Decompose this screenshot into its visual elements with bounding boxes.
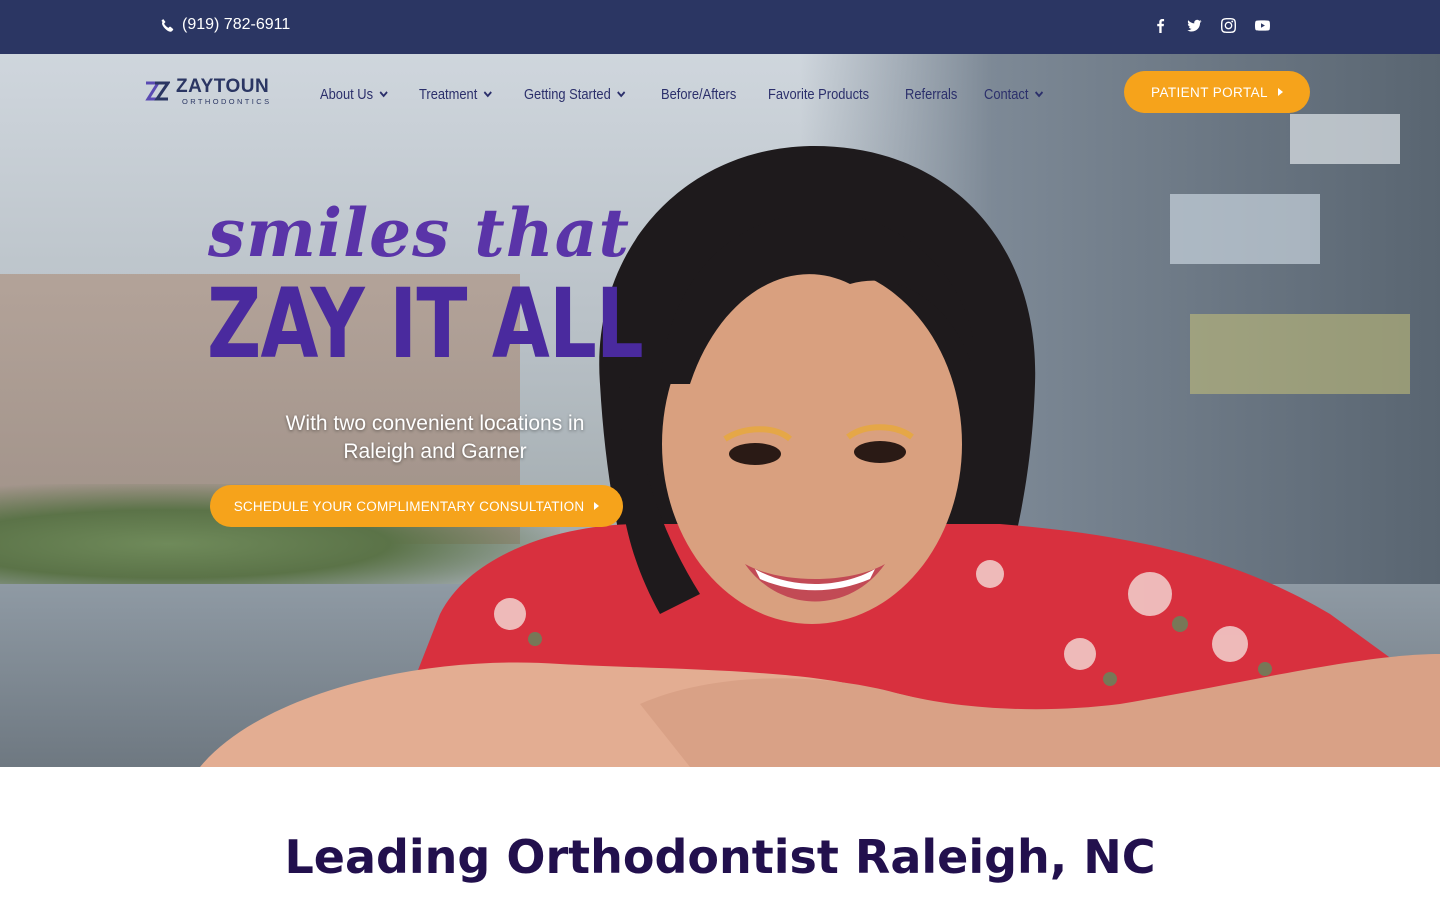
- instagram-link[interactable]: [1220, 17, 1236, 33]
- nav-item-referrals[interactable]: Referrals: [905, 86, 957, 103]
- nav-item-before-afters[interactable]: Before/Afters: [661, 86, 736, 103]
- phone-link[interactable]: (919) 782-6911: [160, 13, 290, 37]
- schedule-consultation-label: SCHEDULE YOUR COMPLIMENTARY CONSULTATION: [233, 498, 585, 514]
- phone-number: (919) 782-6911: [182, 16, 291, 33]
- logo-name: ZAYTOUN: [176, 75, 270, 97]
- phone-icon: [161, 19, 174, 32]
- caret-right-icon: [1277, 88, 1283, 96]
- facebook-link[interactable]: [1152, 17, 1168, 33]
- site-logo[interactable]: ZAYTOUN ORTHODONTICS: [144, 76, 279, 106]
- patient-portal-label: PATIENT PORTAL: [1151, 84, 1268, 100]
- facebook-icon: [1156, 18, 1164, 33]
- chevron-down-icon: [616, 91, 625, 98]
- section-title: Leading Orthodontist Raleigh, NC: [284, 830, 1156, 884]
- logo-subtitle: ORTHODONTICS: [182, 96, 272, 106]
- youtube-link[interactable]: [1254, 17, 1270, 33]
- nav-item-label: Getting Started: [523, 85, 611, 103]
- nav-item-label: Favorite Products: [767, 85, 870, 103]
- nav-item-label: Contact: [984, 85, 1029, 103]
- top-bar: (919) 782-6911: [0, 0, 1440, 54]
- logo-z-mark-icon: [145, 81, 170, 101]
- chevron-down-icon: [483, 91, 492, 98]
- nav-item-label: Before/Afters: [661, 85, 737, 103]
- nav-item-getting-started[interactable]: Getting Started: [524, 86, 626, 103]
- hero-smiling-woman-photo: [200, 145, 1440, 767]
- twitter-icon: [1186, 19, 1202, 31]
- hero-subtitle-line: With two convenient locations in: [285, 412, 585, 435]
- nav-item-label: About Us: [320, 85, 374, 103]
- twitter-link[interactable]: [1186, 17, 1202, 33]
- logo-text: ZAYTOUN ORTHODONTICS: [176, 77, 272, 106]
- main-nav: About Us Treatment Getting Started Befor…: [320, 82, 1073, 106]
- nav-item-label: Treatment: [418, 85, 478, 103]
- hero-script-heading: smiles that: [208, 194, 630, 272]
- caret-right-icon: [594, 502, 600, 510]
- nav-item-about-us[interactable]: About Us: [320, 86, 389, 103]
- hero-section: [0, 54, 1440, 767]
- nav-item-treatment[interactable]: Treatment: [419, 86, 493, 103]
- nav-item-favorite-products[interactable]: Favorite Products: [768, 86, 869, 103]
- youtube-icon: [1254, 19, 1270, 31]
- hero-main-heading: ZAY IT ALL: [207, 268, 644, 380]
- social-links: [1152, 17, 1270, 33]
- hero-subtitle: With two convenient locations in Raleigh…: [240, 410, 630, 466]
- nav-item-contact[interactable]: Contact: [984, 86, 1044, 103]
- chevron-down-icon: [379, 91, 388, 98]
- nav-item-label: Referrals: [904, 85, 957, 103]
- patient-portal-button[interactable]: PATIENT PORTAL: [1124, 71, 1310, 113]
- chevron-down-icon: [1035, 91, 1044, 98]
- hero-subtitle-line: Raleigh and Garner: [343, 440, 527, 463]
- schedule-consultation-button[interactable]: SCHEDULE YOUR COMPLIMENTARY CONSULTATION: [210, 485, 623, 527]
- instagram-icon: [1220, 17, 1236, 33]
